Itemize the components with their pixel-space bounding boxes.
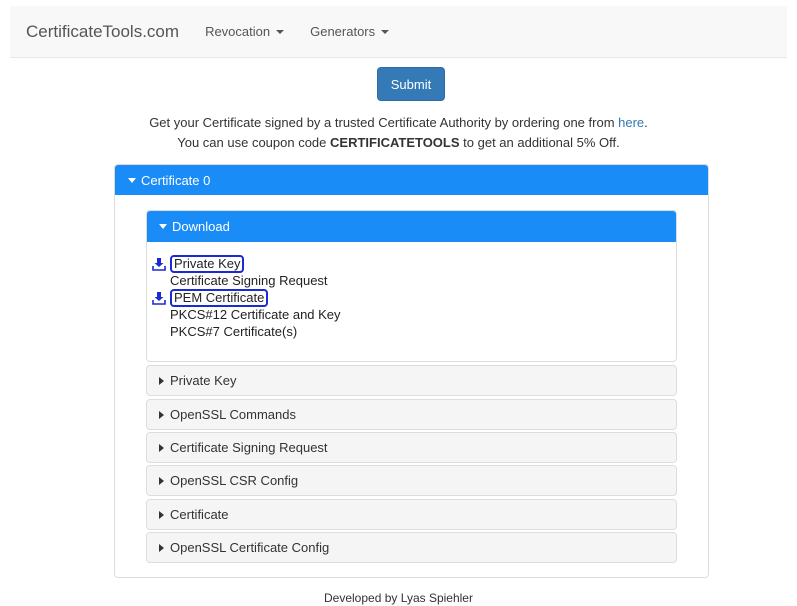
pkcs7-link[interactable]: PKCS#7 Certificate(s) — [170, 324, 297, 339]
section-openssl-commands[interactable]: OpenSSL Commands — [146, 399, 677, 430]
pkcs12-link[interactable]: PKCS#12 Certificate and Key — [170, 307, 341, 322]
generators-menu[interactable]: Generators — [310, 24, 390, 39]
download-item-csr[interactable]: Certificate Signing Request — [152, 272, 676, 289]
section-label: OpenSSL Certificate Config — [170, 540, 330, 555]
download-item-pkcs12[interactable]: PKCS#12 Certificate and Key — [152, 306, 676, 323]
certificate-panel: Certificate 0 Download Private Key Certi… — [114, 164, 709, 578]
section-label: OpenSSL CSR Config — [170, 473, 299, 488]
coupon-info-line: You can use coupon code CERTIFICATETOOLS… — [0, 135, 797, 150]
section-openssl-csr-config[interactable]: OpenSSL CSR Config — [146, 465, 677, 496]
download-item-pkcs7[interactable]: PKCS#7 Certificate(s) — [152, 323, 676, 340]
revocation-menu[interactable]: Revocation — [205, 24, 285, 39]
section-certificate[interactable]: Certificate — [146, 499, 677, 530]
expand-triangle-icon — [159, 476, 164, 485]
order-info-line: Get your Certificate signed by a trusted… — [0, 115, 797, 130]
expand-triangle-icon — [159, 410, 164, 419]
expand-triangle-icon — [159, 543, 164, 552]
expand-triangle-icon — [159, 510, 164, 519]
section-private-key[interactable]: Private Key — [146, 365, 677, 396]
order-info-text: Get your Certificate signed by a trusted… — [149, 115, 619, 130]
pem-certificate-link[interactable]: PEM Certificate — [170, 288, 269, 307]
download-item-pem-certificate[interactable]: PEM Certificate — [152, 288, 676, 307]
download-panel: Download Private Key Certificate Signing… — [146, 210, 677, 362]
certificate-panel-title: Certificate 0 — [141, 172, 211, 188]
caret-down-icon — [276, 29, 285, 34]
order-info-suffix: . — [644, 115, 648, 130]
brand-link[interactable]: CertificateTools.com — [26, 22, 179, 42]
submit-button[interactable]: Submit — [377, 67, 445, 101]
revocation-menu-label: Revocation — [205, 24, 271, 39]
order-link[interactable]: here — [618, 115, 644, 130]
download-list: Private Key Certificate Signing Request … — [147, 242, 676, 340]
caret-down-icon — [381, 29, 390, 34]
collapse-triangle-icon — [128, 177, 136, 183]
download-icon[interactable] — [152, 291, 166, 305]
section-csr[interactable]: Certificate Signing Request — [146, 432, 677, 463]
coupon-info-prefix: You can use coupon code — [177, 135, 331, 150]
certificate-panel-heading[interactable]: Certificate 0 — [115, 165, 708, 195]
section-label: Private Key — [170, 373, 237, 388]
section-label: OpenSSL Commands — [170, 407, 296, 422]
download-item-private-key[interactable]: Private Key — [152, 254, 676, 273]
footer-credit: Developed by Lyas Spiehler — [324, 591, 473, 605]
csr-link[interactable]: Certificate Signing Request — [170, 273, 328, 288]
collapse-triangle-icon — [159, 224, 167, 229]
expand-triangle-icon — [159, 376, 164, 385]
private-key-link[interactable]: Private Key — [170, 254, 245, 273]
download-panel-title: Download — [172, 219, 230, 234]
generators-menu-label: Generators — [310, 24, 376, 39]
coupon-code: CERTIFICATETOOLS — [330, 135, 460, 150]
coupon-info-suffix: to get an additional 5% Off. — [459, 135, 620, 150]
navbar: CertificateTools.com Revocation Generato… — [10, 6, 787, 58]
download-icon[interactable] — [152, 257, 166, 271]
section-openssl-certificate-config[interactable]: OpenSSL Certificate Config — [146, 532, 677, 563]
download-panel-heading[interactable]: Download — [147, 211, 676, 242]
expand-triangle-icon — [159, 443, 164, 452]
section-label: Certificate — [170, 507, 229, 522]
section-label: Certificate Signing Request — [170, 440, 328, 455]
